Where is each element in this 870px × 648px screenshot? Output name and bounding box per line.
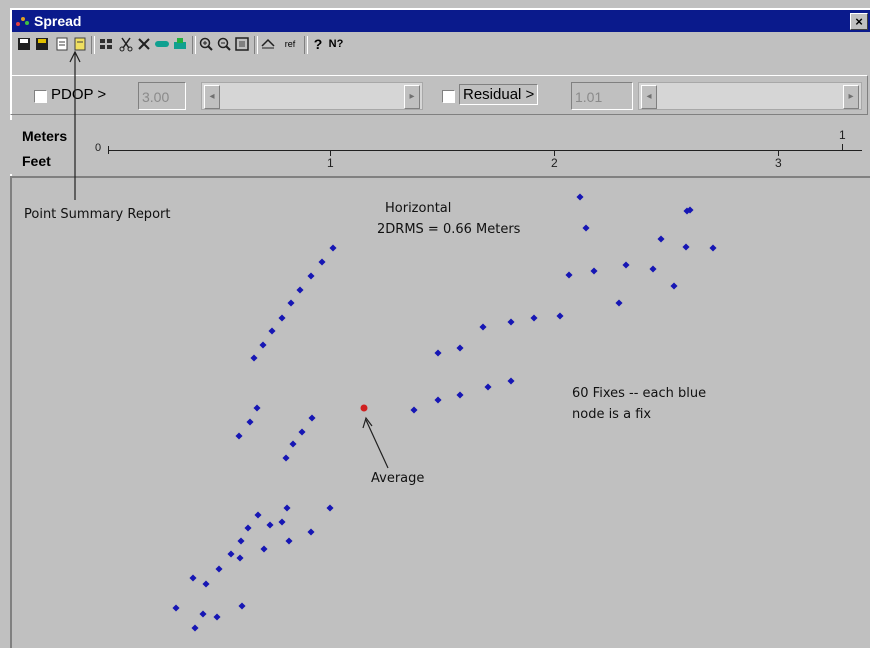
feet-tick-label: 2 — [551, 156, 558, 170]
horizontal-annotation: Horizontal — [385, 201, 452, 216]
residual-label: Residual > — [459, 84, 539, 105]
measure-icon[interactable] — [260, 36, 276, 52]
scale-bar: Meters Feet 0 1 1 2 3 — [10, 120, 870, 174]
feet-tick-label: 3 — [775, 156, 782, 170]
spread-plot[interactable] — [10, 176, 870, 648]
group-icon[interactable] — [172, 36, 188, 52]
fixes-annotation-line1: 60 Fixes -- each blue — [572, 386, 707, 401]
residual-value-field[interactable]: 1.01 — [571, 82, 633, 110]
meters-label: Meters — [22, 128, 68, 144]
point-summary-annotation: Point Summary Report — [24, 207, 171, 222]
scale-zero-label: 0 — [95, 142, 102, 154]
spread-app-icon — [16, 17, 29, 26]
residual-slider[interactable]: ◂ ▸ — [638, 82, 862, 110]
pdop-slider[interactable]: ◂ ▸ — [201, 82, 423, 110]
zoom-in-icon[interactable] — [198, 36, 214, 52]
feet-label: Feet — [22, 153, 51, 169]
pdop-slider-left-button[interactable]: ◂ — [204, 85, 220, 109]
link-icon[interactable] — [154, 36, 170, 52]
feet-tick-label: 1 — [327, 156, 334, 170]
scale-axis — [108, 150, 862, 151]
title-bar[interactable]: Spread × — [12, 10, 870, 32]
report-icon[interactable] — [72, 36, 88, 52]
close-button[interactable]: × — [850, 13, 868, 30]
residual-checkbox[interactable] — [442, 90, 455, 103]
window-title: Spread — [34, 13, 82, 29]
point-summary-report-icon[interactable] — [54, 36, 70, 52]
pdop-label: PDOP > — [51, 86, 107, 103]
grid-icon[interactable] — [98, 36, 114, 52]
help-icon[interactable]: ? — [310, 36, 326, 52]
pdop-checkbox[interactable] — [34, 90, 47, 103]
pdop-slider-right-button[interactable]: ▸ — [404, 85, 420, 109]
residual-slider-left-button[interactable]: ◂ — [641, 85, 657, 109]
zoom-out-icon[interactable] — [216, 36, 232, 52]
fixes-annotation-line2: node is a fix — [572, 407, 652, 422]
filter-bar: PDOP > 3.00 ◂ ▸ Residual > 1.01 ◂ ▸ — [10, 75, 868, 115]
ref-icon[interactable]: ref — [280, 36, 300, 52]
save-icon[interactable] — [16, 36, 32, 52]
average-annotation: Average — [371, 471, 425, 486]
toolbar: ref ? N? — [12, 32, 870, 58]
delete-icon[interactable] — [136, 36, 152, 52]
residual-slider-right-button[interactable]: ▸ — [843, 85, 859, 109]
cut-icon[interactable] — [118, 36, 134, 52]
context-help-icon[interactable]: N? — [328, 36, 344, 52]
save-as-icon[interactable] — [34, 36, 50, 52]
drms-annotation: 2DRMS = 0.66 Meters — [377, 222, 521, 237]
fit-icon[interactable] — [234, 36, 250, 52]
meter-tick-label: 1 — [839, 128, 846, 142]
pdop-value-field[interactable]: 3.00 — [138, 82, 186, 110]
